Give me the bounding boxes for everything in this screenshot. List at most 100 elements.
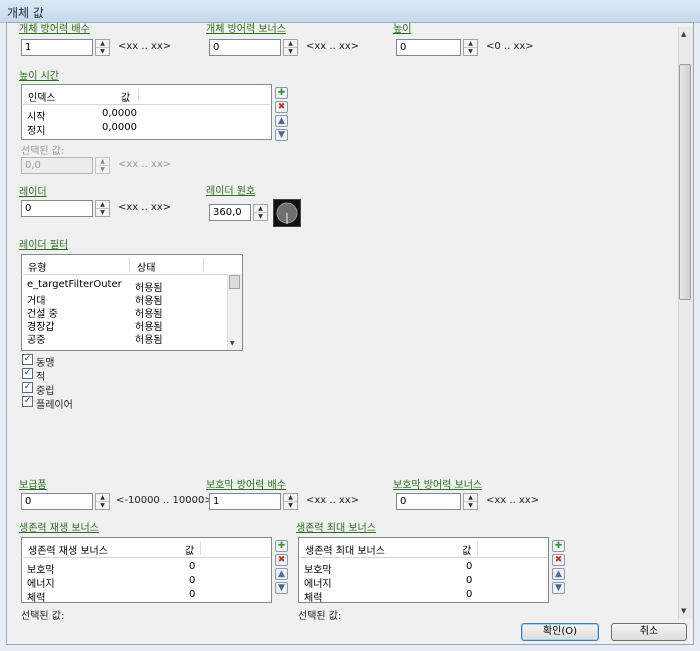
- check-enemy[interactable]: ✓: [22, 368, 33, 379]
- shield-armor-multiplier-spinner[interactable]: ▲ ▼: [283, 493, 298, 510]
- shield-armor-multiplier-input[interactable]: 1: [209, 493, 281, 510]
- add-icon[interactable]: ✚: [552, 540, 565, 552]
- check-ally-label: 동맹: [36, 358, 55, 369]
- shield-armor-multiplier-label: 보호막 방어력 배수: [206, 480, 286, 491]
- cancel-button[interactable]: 취소: [611, 623, 687, 641]
- row-name: 에너지: [304, 579, 332, 590]
- radar-arc-label: 레이더 원호: [206, 186, 256, 197]
- row-type: e_targetFilterOuter: [27, 279, 122, 290]
- height-time-selected-range: <xx .. xx>: [118, 159, 172, 170]
- spin-up-icon[interactable]: ▲: [284, 494, 297, 502]
- spin-up-icon[interactable]: ▲: [464, 40, 477, 48]
- spin-down-icon[interactable]: ▼: [96, 166, 109, 173]
- shield-armor-bonus-input[interactable]: 0: [396, 493, 461, 510]
- column-index-header: 인덱스: [28, 93, 56, 104]
- row-value: 0,0000: [102, 122, 137, 133]
- spin-up-icon[interactable]: ▲: [254, 205, 267, 213]
- spin-down-icon[interactable]: ▼: [464, 502, 477, 509]
- spin-up-icon[interactable]: ▲: [96, 201, 109, 209]
- supply-input[interactable]: 0: [21, 493, 93, 510]
- add-icon[interactable]: ✚: [275, 540, 288, 552]
- row-name: 보호막: [27, 565, 55, 576]
- delete-icon[interactable]: ✖: [275, 101, 288, 113]
- radar-arc-input[interactable]: 360,0: [209, 204, 251, 221]
- spin-up-icon[interactable]: ▲: [96, 494, 109, 502]
- row-value: 0: [189, 575, 196, 586]
- height-time-selected-input[interactable]: 0,0: [21, 157, 93, 174]
- spin-down-icon[interactable]: ▼: [254, 213, 267, 220]
- ok-button[interactable]: 확인(O): [521, 623, 599, 641]
- spin-down-icon[interactable]: ▼: [284, 502, 297, 509]
- column-divider: [129, 258, 130, 272]
- scroll-thumb[interactable]: [229, 275, 240, 289]
- check-ally[interactable]: ✓: [22, 354, 33, 365]
- spin-down-icon[interactable]: ▼: [284, 48, 297, 55]
- arc-circle-icon: [276, 202, 298, 224]
- main-scroll-thumb[interactable]: [679, 64, 691, 300]
- check-player[interactable]: ✓: [22, 396, 33, 407]
- unit-armor-multiplier-spinner[interactable]: ▲ ▼: [95, 39, 110, 56]
- row-name: 보호막: [304, 565, 332, 576]
- scroll-up-icon[interactable]: ▲: [681, 30, 686, 38]
- column-divider: [203, 258, 204, 272]
- row-value: 0: [466, 561, 473, 572]
- add-icon[interactable]: ✚: [275, 87, 288, 99]
- column-divider: [477, 541, 478, 555]
- column-value-header: 값: [121, 93, 131, 104]
- delete-icon[interactable]: ✖: [552, 554, 565, 566]
- row-value: 0: [466, 575, 473, 586]
- height-spinner[interactable]: ▲ ▼: [463, 39, 478, 56]
- row-value: 0: [466, 589, 473, 600]
- check-neutral[interactable]: ✓: [22, 382, 33, 393]
- column-name-header: 생존력 최대 보너스: [305, 546, 385, 557]
- column-state-header: 상태: [137, 263, 156, 274]
- move-down-icon[interactable]: ▼: [552, 582, 565, 594]
- life-max-label: 생존력 최대 보너스: [296, 523, 376, 534]
- radar-spinner[interactable]: ▲ ▼: [95, 200, 110, 217]
- life-regen-list[interactable]: 생존력 재생 보너스 값 보호막 0 에너지 0 체력 0: [21, 537, 272, 603]
- move-up-icon[interactable]: ▲: [275, 568, 288, 580]
- scroll-down-icon[interactable]: ▼: [230, 340, 235, 347]
- height-input[interactable]: 0: [396, 39, 461, 56]
- height-time-list[interactable]: 인덱스 값 시작 0,0000 정지 0,0000: [21, 84, 272, 140]
- spin-down-icon[interactable]: ▼: [96, 209, 109, 216]
- row-state: 허용됨: [135, 335, 163, 346]
- spin-down-icon[interactable]: ▼: [96, 502, 109, 509]
- unit-armor-multiplier-input[interactable]: 1: [21, 39, 93, 56]
- height-label: 높이: [393, 24, 412, 35]
- unit-armor-bonus-spinner[interactable]: ▲ ▼: [283, 39, 298, 56]
- delete-icon[interactable]: ✖: [275, 554, 288, 566]
- spin-down-icon[interactable]: ▼: [464, 48, 477, 55]
- move-down-icon[interactable]: ▼: [275, 129, 288, 141]
- spin-down-icon[interactable]: ▼: [96, 48, 109, 55]
- unit-armor-bonus-label: 개체 방어력 보너스: [206, 24, 286, 35]
- spin-up-icon[interactable]: ▲: [96, 158, 109, 166]
- height-time-selected-label: 선택된 값:: [21, 146, 65, 157]
- unit-armor-bonus-input[interactable]: 0: [209, 39, 281, 56]
- supply-spinner[interactable]: ▲ ▼: [95, 493, 110, 510]
- row-value: 0,0000: [102, 108, 137, 119]
- height-time-selected-spinner[interactable]: ▲ ▼: [95, 157, 110, 174]
- spin-up-icon[interactable]: ▲: [284, 40, 297, 48]
- row-name: 에너지: [27, 579, 55, 590]
- column-name-header: 생존력 재생 보너스: [28, 546, 108, 557]
- spin-up-icon[interactable]: ▲: [96, 40, 109, 48]
- check-player-label: 플레이어: [36, 400, 73, 411]
- radar-arc-dial[interactable]: [273, 199, 301, 227]
- radar-input[interactable]: 0: [21, 200, 93, 217]
- scroll-down-icon[interactable]: ▼: [681, 607, 686, 615]
- radar-filter-scrollbar[interactable]: ▼: [227, 274, 242, 350]
- shield-armor-bonus-spinner[interactable]: ▲ ▼: [463, 493, 478, 510]
- move-up-icon[interactable]: ▲: [552, 568, 565, 580]
- supply-label: 보급품: [19, 480, 47, 491]
- column-divider: [200, 541, 201, 555]
- radar-filter-list[interactable]: 유형 상태 e_targetFilterOuter 허용됨 거대 허용됨 건설 중허…: [21, 254, 243, 351]
- life-max-list[interactable]: 생존력 최대 보너스 값 보호막 0 에너지 0 체력 0: [298, 537, 549, 603]
- life-regen-selected-label: 선택된 값:: [21, 611, 65, 622]
- spin-up-icon[interactable]: ▲: [464, 494, 477, 502]
- column-type-header: 유형: [28, 263, 47, 274]
- radar-arc-spinner[interactable]: ▲ ▼: [253, 204, 268, 221]
- shield-armor-multiplier-range: <xx .. xx>: [306, 495, 360, 506]
- move-up-icon[interactable]: ▲: [275, 115, 288, 127]
- move-down-icon[interactable]: ▼: [275, 582, 288, 594]
